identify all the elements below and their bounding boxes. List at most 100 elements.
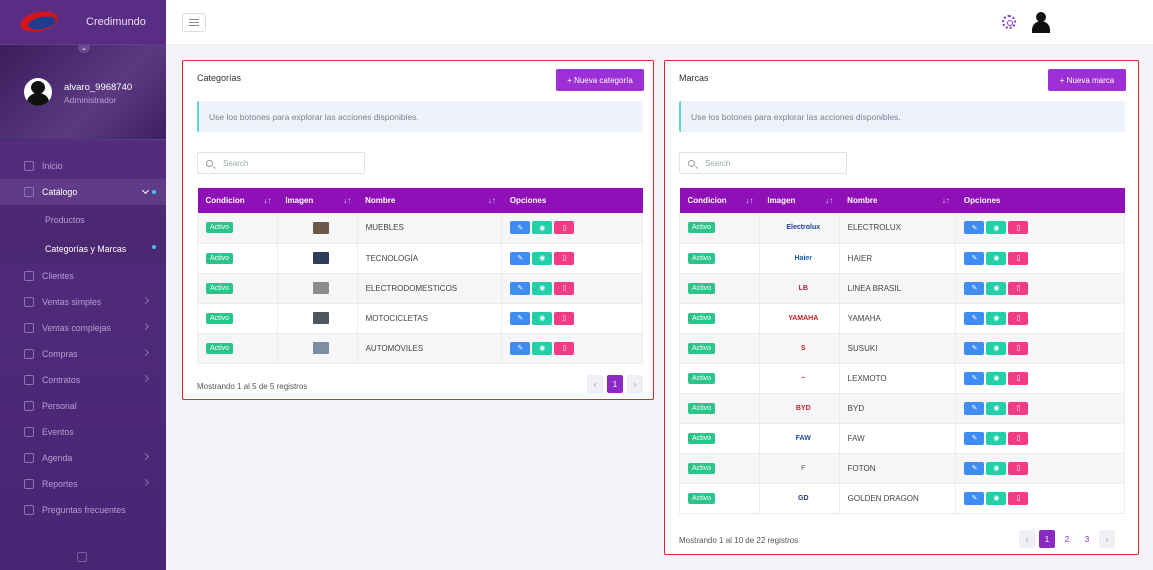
sidebar-item-personal[interactable]: Personal <box>0 393 166 419</box>
view-button[interactable]: ◉ <box>532 281 553 295</box>
edit-button[interactable]: ✎ <box>964 341 985 355</box>
view-button[interactable]: ◉ <box>986 281 1007 295</box>
sort-icon[interactable]: ↓↑ <box>745 196 753 205</box>
sidebar-nav: Inicio Catálogo Productos Categorías y Marc… <box>0 140 166 523</box>
edit-button[interactable]: ✎ <box>510 311 531 325</box>
delete-button[interactable]: ▯ <box>554 341 575 355</box>
category-image <box>313 252 330 264</box>
next-page-button[interactable]: › <box>627 375 643 393</box>
avatar[interactable] <box>24 78 52 106</box>
brands-card: Marcas + Nueva marca Use los botones par… <box>664 60 1139 555</box>
sidebar-item-catálogo[interactable]: Catálogo <box>0 179 166 205</box>
sort-icon[interactable]: ↓↑ <box>263 196 271 205</box>
sidebar-item-agenda[interactable]: Agenda <box>0 445 166 471</box>
sidebar-item-clientes[interactable]: Clientes <box>0 263 166 289</box>
submenu-item[interactable]: Categorías y Marcas <box>0 234 166 263</box>
edit-button[interactable]: ✎ <box>964 251 985 265</box>
edit-button[interactable]: ✎ <box>964 401 985 415</box>
search-icon <box>688 159 695 167</box>
view-button[interactable]: ◉ <box>986 221 1007 235</box>
submenu-item[interactable]: Productos <box>0 205 166 234</box>
chevron-down-icon[interactable]: ⌄ <box>78 45 90 53</box>
delete-button[interactable]: ▯ <box>1008 341 1029 355</box>
view-button[interactable]: ◉ <box>532 341 553 355</box>
delete-button[interactable]: ▯ <box>554 251 575 265</box>
brand-search-input[interactable]: Search <box>679 152 847 174</box>
edit-button[interactable]: ✎ <box>510 281 531 295</box>
delete-button[interactable]: ▯ <box>1008 431 1029 445</box>
view-button[interactable]: ◉ <box>986 401 1007 415</box>
sidebar-item-reportes[interactable]: Reportes <box>0 471 166 497</box>
edit-button[interactable]: ✎ <box>964 431 985 445</box>
view-button[interactable]: ◉ <box>986 251 1007 265</box>
view-button[interactable]: ◉ <box>986 311 1007 325</box>
edit-button[interactable]: ✎ <box>964 311 985 325</box>
sort-icon[interactable]: ↓↑ <box>343 196 351 205</box>
collapse-sidebar-icon[interactable] <box>77 552 87 562</box>
user-profile-panel: ⌄ alvaro_9968740 Administrador <box>0 45 166 140</box>
new-brand-button[interactable]: + Nueva marca <box>1048 69 1126 91</box>
user-menu-icon[interactable] <box>1032 12 1050 33</box>
sidebar-item-compras[interactable]: Compras <box>0 341 166 367</box>
sidebar-item-contratos[interactable]: Contratos <box>0 367 166 393</box>
category-search-input[interactable]: Search <box>197 152 365 174</box>
sidebar-item-inicio[interactable]: Inicio <box>0 153 166 179</box>
column-header[interactable]: Opciones <box>955 188 1125 213</box>
edit-button[interactable]: ✎ <box>964 461 985 475</box>
brand-header[interactable]: Credimundo <box>0 0 166 45</box>
sidebar-item-ventas-simples[interactable]: Ventas simples <box>0 289 166 315</box>
column-header[interactable]: Imagen ↓↑ <box>277 188 358 213</box>
brand-logo: YAMAHA <box>788 314 819 322</box>
delete-button[interactable]: ▯ <box>1008 371 1029 385</box>
edit-button[interactable]: ✎ <box>964 281 985 295</box>
view-button[interactable]: ◉ <box>986 431 1007 445</box>
delete-button[interactable]: ▯ <box>1008 251 1029 265</box>
edit-button[interactable]: ✎ <box>964 491 985 505</box>
delete-button[interactable]: ▯ <box>1008 311 1029 325</box>
column-header[interactable]: Nombre ↓↑ <box>357 188 502 213</box>
sort-icon[interactable]: ↓↑ <box>825 196 833 205</box>
column-header[interactable]: Nombre ↓↑ <box>839 188 956 213</box>
next-page-button[interactable]: › <box>1099 530 1115 548</box>
edit-button[interactable]: ✎ <box>510 341 531 355</box>
column-header[interactable]: Condicion ↓↑ <box>197 188 278 213</box>
delete-button[interactable]: ▯ <box>554 281 575 295</box>
view-button[interactable]: ◉ <box>532 251 553 265</box>
view-button[interactable]: ◉ <box>532 221 553 235</box>
column-header[interactable]: Imagen ↓↑ <box>759 188 840 213</box>
delete-button[interactable]: ▯ <box>1008 491 1029 505</box>
column-header[interactable]: Condicion ↓↑ <box>679 188 760 213</box>
edit-button[interactable]: ✎ <box>510 251 531 265</box>
sort-icon[interactable]: ↓↑ <box>488 196 496 205</box>
sidebar-item-preguntas-frecuentes[interactable]: Preguntas frecuentes <box>0 497 166 523</box>
page-button[interactable]: 2 <box>1059 530 1075 548</box>
sidebar-item-ventas-complejas[interactable]: Ventas complejas <box>0 315 166 341</box>
delete-button[interactable]: ▯ <box>1008 401 1029 415</box>
view-button[interactable]: ◉ <box>986 341 1007 355</box>
view-button[interactable]: ◉ <box>986 491 1007 505</box>
gear-icon[interactable] <box>1002 15 1016 29</box>
delete-button[interactable]: ▯ <box>554 311 575 325</box>
delete-button[interactable]: ▯ <box>1008 221 1029 235</box>
edit-button[interactable]: ✎ <box>964 371 985 385</box>
delete-button[interactable]: ▯ <box>1008 461 1029 475</box>
row-name: AUTOMÓVILES <box>357 333 503 364</box>
info-alert: Use los botones para explorar las accion… <box>679 101 1125 132</box>
sidebar-item-eventos[interactable]: Eventos <box>0 419 166 445</box>
view-button[interactable]: ◉ <box>986 461 1007 475</box>
sort-icon[interactable]: ↓↑ <box>942 196 950 205</box>
prev-page-button[interactable]: ‹ <box>587 375 603 393</box>
page-button[interactable]: 1 <box>1039 530 1055 548</box>
edit-button[interactable]: ✎ <box>510 221 531 235</box>
delete-button[interactable]: ▯ <box>554 221 575 235</box>
page-button[interactable]: 3 <box>1079 530 1095 548</box>
delete-button[interactable]: ▯ <box>1008 281 1029 295</box>
column-header[interactable]: Opciones <box>501 188 643 213</box>
edit-button[interactable]: ✎ <box>964 221 985 235</box>
hamburger-menu-button[interactable] <box>182 13 206 32</box>
new-category-button[interactable]: + Nueva categoría <box>556 69 644 91</box>
view-button[interactable]: ◉ <box>532 311 553 325</box>
view-button[interactable]: ◉ <box>986 371 1007 385</box>
page-button[interactable]: 1 <box>607 375 623 393</box>
prev-page-button[interactable]: ‹ <box>1019 530 1035 548</box>
